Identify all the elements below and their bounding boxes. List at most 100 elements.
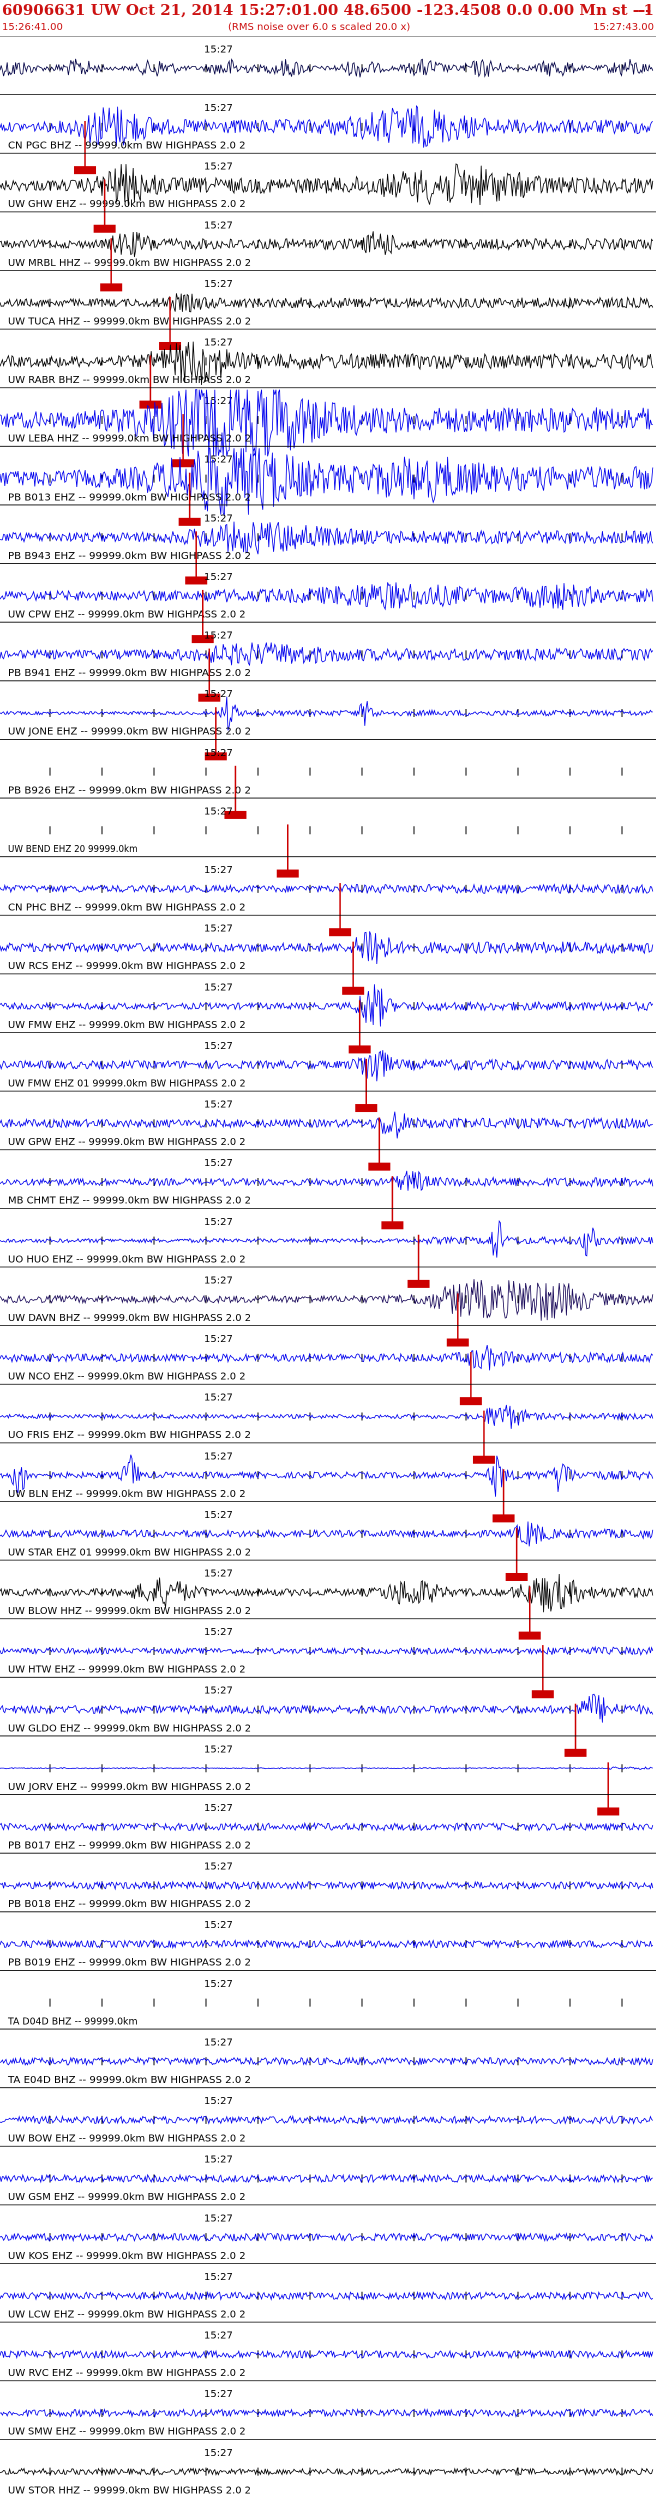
pick-label-box: [342, 986, 365, 995]
pick-label-box: [407, 1279, 430, 1288]
pick-label-box: [329, 928, 352, 937]
minute-tick-label: 15:27: [204, 982, 233, 993]
waveform-trace: [0, 582, 654, 611]
pick-label-box: [348, 1045, 371, 1054]
minute-tick-label: 15:27: [204, 44, 233, 55]
waveform-trace: [0, 1111, 653, 1139]
waveform-trace: [0, 1050, 654, 1082]
minute-tick-label: 15:27: [204, 1393, 233, 1404]
event-title-suffix: -1: [637, 1, 654, 19]
waveform-trace: [0, 521, 654, 555]
minute-tick-label: 15:27: [204, 338, 233, 349]
station-label: UW CPW EHZ -- 99999.0km BW HIGHPASS 2.0 …: [8, 610, 246, 621]
pick-label-box: [531, 1690, 554, 1699]
minute-tick-label: 15:27: [204, 2448, 233, 2459]
minute-tick-label: 15:27: [204, 806, 233, 817]
pick-label-box: [597, 1807, 620, 1816]
station-label: TA D04D BHZ -- 99999.0km: [7, 2016, 138, 2027]
waveform-trace: [0, 58, 654, 78]
waveform-trace: [0, 1766, 653, 1770]
minute-tick-label: 15:27: [204, 2389, 233, 2400]
pick-label-box: [368, 1162, 391, 1171]
pick-label-box: [74, 166, 97, 175]
minute-tick-label: 15:27: [204, 2096, 233, 2107]
waveform-trace: [0, 1821, 654, 1832]
waveform-trace: [0, 1345, 654, 1371]
waveform-trace: [0, 1219, 654, 1258]
station-label: PB B941 EHZ -- 99999.0km BW HIGHPASS 2.0…: [8, 668, 251, 679]
event-title: 60906631 UW Oct 21, 2014 15:27:01.00 48.…: [2, 1, 656, 19]
waveform-trace: [0, 2056, 654, 2067]
station-label: UW STOR HHZ -- 99999.0km BW HIGHPASS 2.0…: [8, 2485, 251, 2496]
waveform-trace: [0, 1939, 654, 1950]
minute-tick-label: 15:27: [204, 220, 233, 231]
minute-tick-label: 15:27: [204, 396, 233, 407]
station-label: UW JORV EHZ -- 99999.0km BW HIGHPASS 2.0…: [8, 1782, 251, 1793]
waveform-trace: [0, 2173, 653, 2184]
waveform-trace: [0, 1521, 654, 1547]
pick-label-box: [381, 1221, 404, 1230]
minute-tick-label: 15:27: [204, 1979, 233, 1990]
station-label: PB B943 EHZ -- 99999.0km BW HIGHPASS 2.0…: [8, 551, 251, 562]
minute-tick-label: 15:27: [204, 1100, 233, 1111]
minute-tick-label: 15:27: [204, 1217, 233, 1228]
station-label: UW LCW EHZ -- 99999.0km BW HIGHPASS 2.0 …: [8, 2309, 246, 2320]
station-label: UW GLDO EHZ -- 99999.0km BW HIGHPASS 2.0…: [8, 1723, 251, 1734]
waveform-trace: [0, 1693, 654, 1723]
minute-tick-label: 15:27: [204, 748, 233, 759]
station-label: UW SMW EHZ -- 99999.0km BW HIGHPASS 2.0 …: [8, 2427, 246, 2438]
station-label: PB B018 EHZ -- 99999.0km BW HIGHPASS 2.0…: [8, 1899, 251, 1910]
minute-tick-label: 15:27: [204, 279, 233, 290]
minute-tick-label: 15:27: [204, 1803, 233, 1814]
station-label: UW RVC EHZ -- 99999.0km BW HIGHPASS 2.0 …: [8, 2368, 246, 2379]
pick-label-box: [139, 400, 162, 409]
minute-tick-label: 15:27: [204, 1627, 233, 1638]
waveform-trace: [0, 293, 654, 313]
station-label: UW TUCA HHZ -- 99999.0km BW HIGHPASS 2.0…: [8, 316, 251, 327]
pick-label-box: [492, 1514, 515, 1523]
station-label: UW BLN EHZ -- 99999.0km BW HIGHPASS 2.0 …: [8, 1489, 246, 1500]
station-label: UW STAR EHZ 01 99999.0km BW HIGHPASS 2.0…: [8, 1547, 251, 1558]
station-label: UW FMW EHZ 01 99999.0km BW HIGHPASS 2.0 …: [8, 1078, 246, 1089]
pick-label-box: [564, 1748, 587, 1757]
rms-note: (RMS noise over 6.0 s scaled 20.0 x): [228, 22, 411, 33]
plot-header: 60906631 UW Oct 21, 2014 15:27:01.00 48.…: [0, 0, 656, 36]
minute-tick-label: 15:27: [204, 1158, 233, 1169]
station-label: UW NCO EHZ -- 99999.0km BW HIGHPASS 2.0 …: [8, 1372, 246, 1383]
waveform-trace: [0, 642, 654, 667]
station-label: UW LEBA HHZ -- 99999.0km BW HIGHPASS 2.0…: [8, 434, 251, 445]
station-label: UW GSM EHZ -- 99999.0km BW HIGHPASS 2.0 …: [8, 2192, 246, 2203]
waveform-trace: [0, 231, 654, 258]
station-label: PB B926 EHZ -- 99999.0km BW HIGHPASS 2.0…: [8, 785, 251, 796]
station-label: UO FRIS EHZ -- 99999.0km BW HIGHPASS 2.0…: [8, 1430, 251, 1441]
waveform-trace: [0, 2232, 654, 2243]
minute-tick-label: 15:27: [204, 1862, 233, 1873]
station-label: UW KOS EHZ -- 99999.0km BW HIGHPASS 2.0 …: [8, 2251, 246, 2262]
station-label: UO HUO EHZ -- 99999.0km BW HIGHPASS 2.0 …: [8, 1254, 246, 1265]
station-label: UW RABR BHZ -- 99999.0km BW HIGHPASS 2.0…: [8, 375, 251, 386]
waveform-trace: [0, 2407, 654, 2419]
station-label: UW FMW EHZ -- 99999.0km BW HIGHPASS 2.0 …: [8, 1020, 246, 1031]
waveform-trace: [0, 2467, 654, 2476]
waveform-trace: [0, 2349, 654, 2360]
minute-tick-label: 15:27: [204, 1334, 233, 1345]
station-label: UW BEND EHZ 20 99999.0km: [8, 844, 138, 855]
minute-tick-label: 15:27: [204, 1510, 233, 1521]
waveform-trace: [0, 696, 653, 731]
station-label: UW GHW EHZ -- 99999.0km BW HIGHPASS 2.0 …: [8, 199, 246, 210]
pick-label-box: [518, 1631, 541, 1640]
minute-tick-label: 15:27: [204, 2037, 233, 2048]
pick-label-box: [178, 517, 201, 526]
minute-tick-label: 15:27: [204, 1744, 233, 1755]
pick-label-box: [446, 1338, 469, 1347]
waveform-trace: [0, 1645, 654, 1657]
station-label: UW BOW EHZ -- 99999.0km BW HIGHPASS 2.0 …: [8, 2134, 246, 2145]
pick-label-box: [172, 459, 195, 468]
minute-tick-label: 15:27: [204, 631, 233, 642]
minute-tick-label: 15:27: [204, 1686, 233, 1697]
minute-tick-label: 15:27: [204, 2331, 233, 2342]
minute-tick-label: 15:27: [204, 1920, 233, 1931]
station-label: UW RCS EHZ -- 99999.0km BW HIGHPASS 2.0 …: [8, 961, 246, 972]
waveform-trace: [0, 1880, 654, 1891]
minute-tick-label: 15:27: [204, 513, 233, 524]
